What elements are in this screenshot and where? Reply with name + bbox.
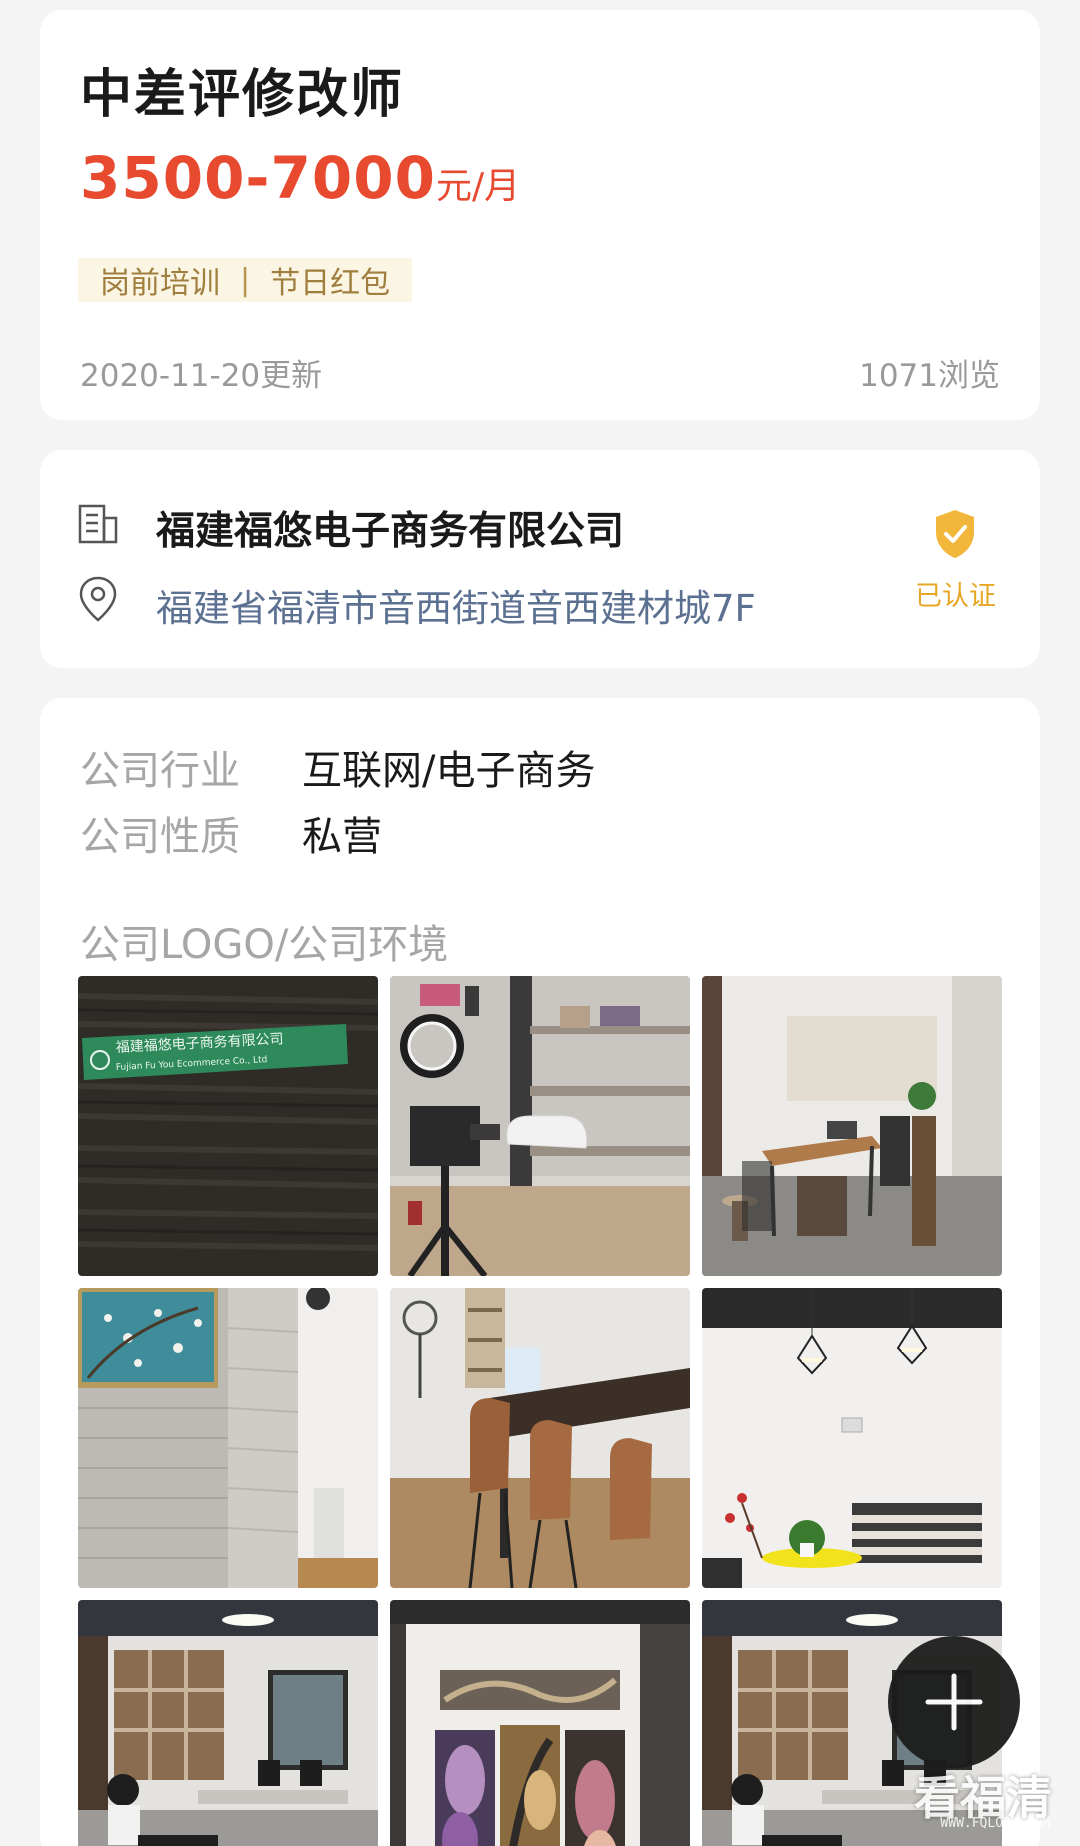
nature-label: 公司性质 bbox=[80, 814, 240, 860]
art-display-photo[interactable] bbox=[390, 1600, 690, 1846]
lounge-photo[interactable] bbox=[702, 1288, 1002, 1588]
building-icon bbox=[78, 504, 118, 544]
update-date: 2020-11-20更新 bbox=[80, 358, 323, 394]
industry-row: 公司行业 互联网/电子商务 bbox=[80, 738, 595, 796]
live-studio-image bbox=[390, 976, 690, 1276]
live-studio-photo[interactable] bbox=[390, 976, 690, 1276]
company-address[interactable]: 福建省福清市音西街道音西建材城7F bbox=[156, 578, 756, 632]
art-display-image bbox=[390, 1600, 690, 1846]
office-photo[interactable] bbox=[78, 1600, 378, 1846]
watermark-url: WWW.FQLOOK.COM bbox=[940, 1816, 1050, 1831]
lounge-image bbox=[702, 1288, 1002, 1588]
break-area-image bbox=[390, 1288, 690, 1588]
nature-row: 公司性质 私营 bbox=[80, 804, 382, 862]
office-image bbox=[78, 1600, 378, 1846]
company-name[interactable]: 福建福悠电子商务有限公司 bbox=[156, 500, 624, 556]
location-pin-icon bbox=[79, 576, 117, 622]
job-summary-card: 中差评修改师 3500-7000元/月 岗前培训 | 节日红包 2020-11-… bbox=[40, 10, 1040, 420]
welfare-tags: 岗前培训 | 节日红包 bbox=[78, 258, 413, 302]
verified-shield-icon bbox=[936, 510, 974, 558]
salary-range: 3500-7000 bbox=[80, 144, 436, 212]
view-count: 1071浏览 bbox=[859, 358, 1000, 394]
industry-value: 互联网/电子商务 bbox=[302, 748, 596, 794]
nature-value: 私营 bbox=[302, 814, 382, 860]
gallery-label: 公司LOGO/公司环境 bbox=[80, 922, 449, 968]
break-area-photo[interactable] bbox=[390, 1288, 690, 1588]
company-info-card: 公司行业 互联网/电子商务 公司性质 私营 公司LOGO/公司环境 福建福悠电子… bbox=[40, 698, 1040, 1846]
painting-wall-photo[interactable] bbox=[78, 1288, 378, 1588]
verified-label: 已认证 bbox=[915, 581, 996, 612]
tea-room-image bbox=[702, 976, 1002, 1276]
welfare-separator: | bbox=[240, 262, 251, 298]
plus-icon bbox=[925, 1673, 983, 1731]
tea-room-photo[interactable] bbox=[702, 976, 1002, 1276]
painting-wall-image bbox=[78, 1288, 378, 1588]
salary-unit: 元/月 bbox=[435, 166, 521, 207]
company-card[interactable]: 福建福悠电子商务有限公司 福建省福清市音西街道音西建材城7F 已认证 bbox=[40, 450, 1040, 668]
salary: 3500-7000元/月 bbox=[80, 144, 520, 212]
welfare-tag: 岗前培训 bbox=[100, 266, 220, 301]
company-sign-photo[interactable]: 福建福悠电子商务有限公司 Fujian Fu You Ecommerce Co.… bbox=[78, 976, 378, 1276]
welfare-tag: 节日红包 bbox=[270, 266, 391, 301]
company-sign-image: 福建福悠电子商务有限公司 Fujian Fu You Ecommerce Co.… bbox=[78, 976, 378, 1276]
add-button[interactable] bbox=[888, 1636, 1020, 1768]
job-title: 中差评修改师 bbox=[80, 65, 405, 125]
industry-label: 公司行业 bbox=[80, 748, 240, 794]
